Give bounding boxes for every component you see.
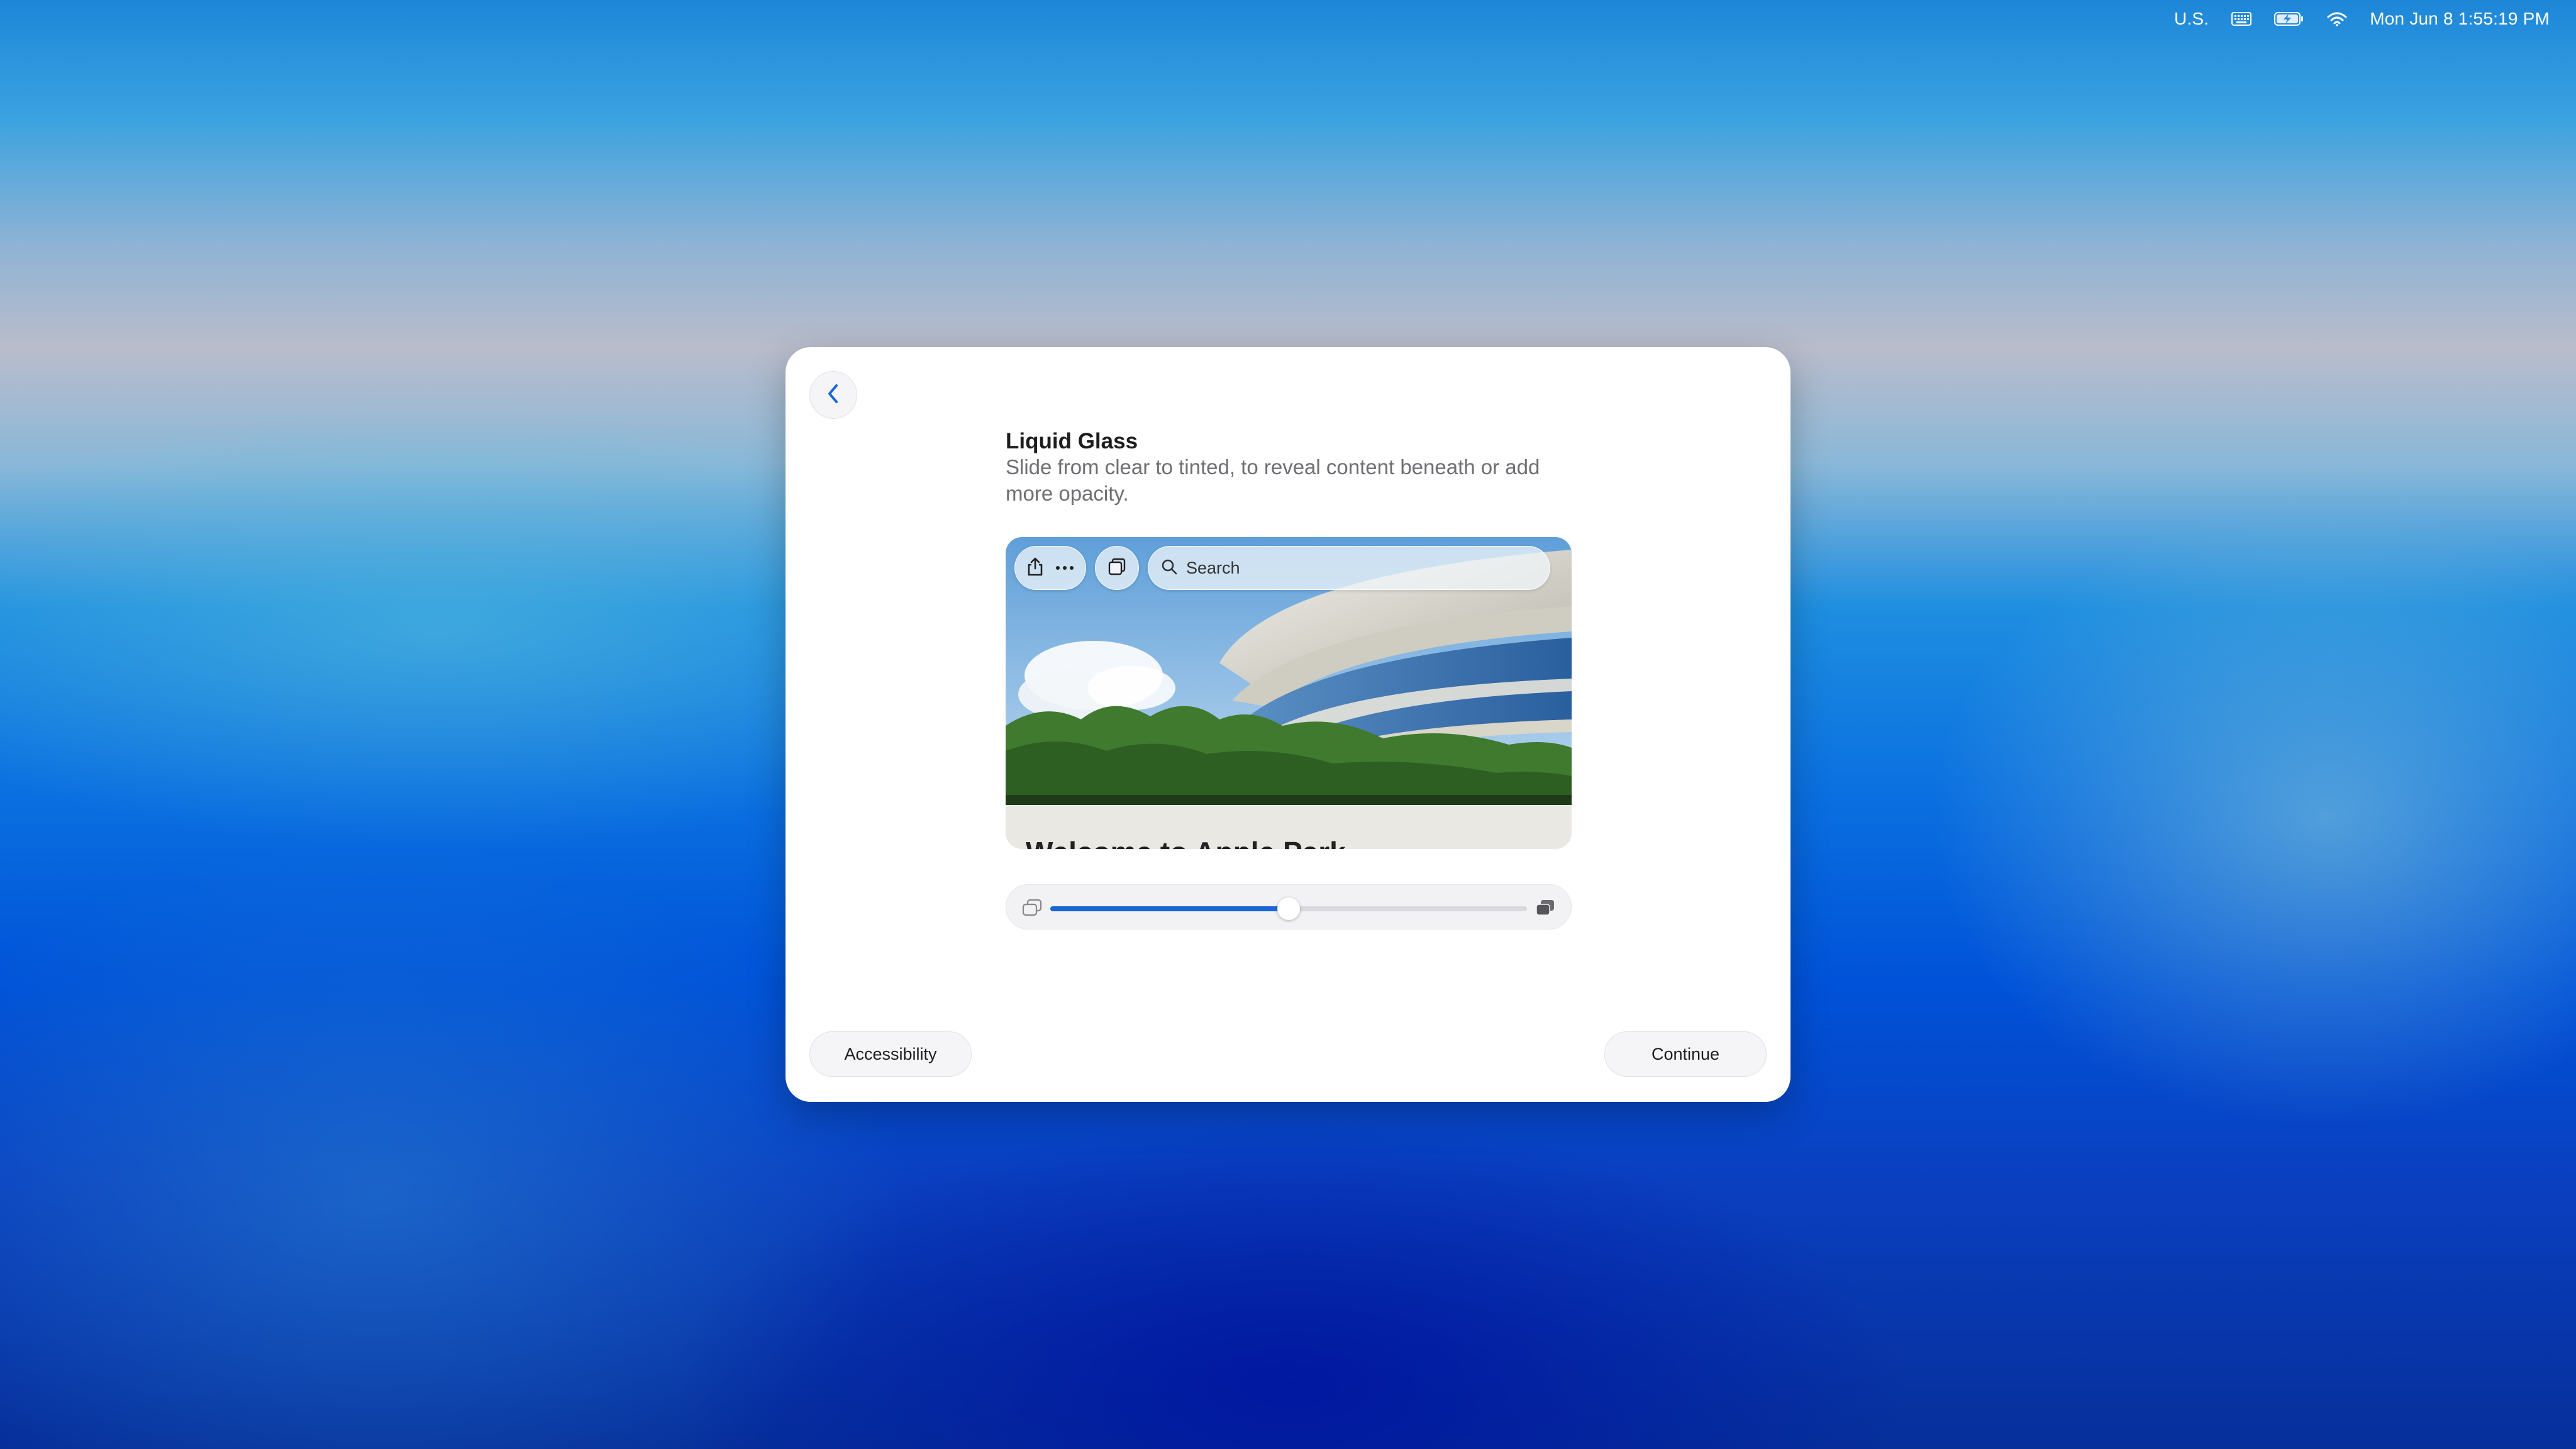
wifi-icon[interactable] xyxy=(2327,11,2347,26)
page-title: Liquid Glass xyxy=(1006,429,1138,453)
more-icon[interactable] xyxy=(1055,562,1074,574)
tinted-glass-icon xyxy=(1535,898,1556,920)
menubar-clock[interactable]: Mon Jun 8 1:55:19 PM xyxy=(2370,9,2550,29)
setup-dialog: Liquid Glass Slide from clear to tinted,… xyxy=(786,347,1790,1102)
continue-button[interactable]: Continue xyxy=(1604,1031,1767,1077)
clear-glass-icon xyxy=(1021,898,1043,920)
share-more-group xyxy=(1014,546,1086,590)
preview-page-heading: Welcome to Apple Park xyxy=(1026,835,1346,849)
search-icon xyxy=(1161,558,1177,578)
preview-page-body: Welcome to Apple Park xyxy=(1006,805,1572,849)
menu-bar: U.S. Mon Jun 8 1:55:19 PM xyxy=(2174,0,2576,38)
page-subtitle: Slide from clear to tinted, to reveal co… xyxy=(1006,455,1540,505)
chevron-left-icon xyxy=(824,382,842,408)
tabs-button[interactable] xyxy=(1095,546,1139,590)
keyboard-icon[interactable] xyxy=(2231,12,2252,26)
accessibility-button[interactable]: Accessibility xyxy=(809,1031,972,1077)
tabs-icon xyxy=(1108,557,1126,579)
dialog-header: Liquid Glass Slide from clear to tinted,… xyxy=(1006,428,1572,507)
back-button[interactable] xyxy=(809,371,857,419)
slider-knob[interactable] xyxy=(1277,897,1300,920)
share-icon[interactable] xyxy=(1026,557,1044,580)
preview-toolbar: Search xyxy=(1014,546,1550,590)
input-source-label[interactable]: U.S. xyxy=(2174,9,2209,29)
glass-preview: Search Welcome to Apple Park xyxy=(1006,537,1572,849)
search-placeholder: Search xyxy=(1186,558,1240,577)
slider-fill xyxy=(1050,906,1289,911)
glass-tint-slider[interactable] xyxy=(1006,884,1572,930)
slider-track[interactable] xyxy=(1050,897,1527,920)
battery-charging-icon[interactable] xyxy=(2274,11,2304,26)
preview-search-field[interactable]: Search xyxy=(1148,546,1550,590)
